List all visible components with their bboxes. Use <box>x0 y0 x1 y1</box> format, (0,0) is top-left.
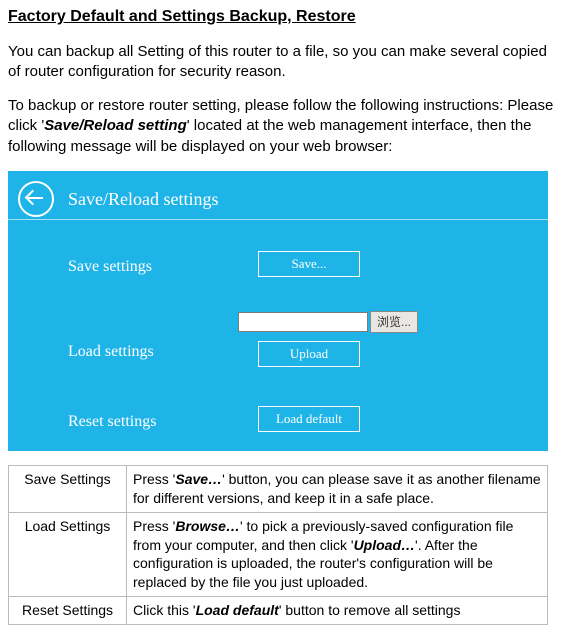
settings-panel-screenshot: Save/Reload settings Save settings Save.… <box>8 171 548 451</box>
text: Press ' <box>133 471 175 487</box>
row-desc: Click this 'Load default' button to remo… <box>127 597 548 625</box>
upload-button[interactable]: Upload <box>258 341 360 367</box>
row-name: Reset Settings <box>9 597 127 625</box>
reset-settings-label: Reset settings <box>68 411 156 433</box>
table-row: Save Settings Press 'Save…' button, you … <box>9 465 548 512</box>
row-desc: Press 'Save…' button, you can please sav… <box>127 465 548 512</box>
row-desc: Press 'Browse…' to pick a previously-sav… <box>127 512 548 597</box>
table-row: Reset Settings Click this 'Load default'… <box>9 597 548 625</box>
bold-text: Load default <box>196 602 279 618</box>
save-button[interactable]: Save... <box>258 251 360 277</box>
text: Press ' <box>133 518 175 534</box>
file-chooser: 浏览... <box>238 311 418 333</box>
bold-text: Browse… <box>175 518 240 534</box>
intro-paragraph: You can backup all Setting of this route… <box>8 42 555 83</box>
instr-bold: Save/Reload setting <box>44 117 187 134</box>
table-row: Load Settings Press 'Browse…' to pick a … <box>9 512 548 597</box>
text: ' button to remove all settings <box>279 602 461 618</box>
row-name: Save Settings <box>9 465 127 512</box>
text: Click this ' <box>133 602 196 618</box>
panel-header: Save/Reload settings <box>8 181 548 217</box>
bold-text: Save… <box>175 471 222 487</box>
panel-divider <box>8 219 548 220</box>
row-name: Load Settings <box>9 512 127 597</box>
load-default-button[interactable]: Load default <box>258 406 360 432</box>
instructions-paragraph: To backup or restore router setting, ple… <box>8 96 555 157</box>
back-arrow-icon[interactable] <box>18 181 54 217</box>
load-settings-label: Load settings <box>68 341 154 363</box>
bold-text: Upload… <box>354 537 415 553</box>
browse-button[interactable]: 浏览... <box>370 311 418 333</box>
panel-title: Save/Reload settings <box>68 187 218 211</box>
file-path-input[interactable] <box>238 312 368 332</box>
description-table: Save Settings Press 'Save…' button, you … <box>8 465 548 625</box>
page-title: Factory Default and Settings Backup, Res… <box>8 6 555 28</box>
save-settings-label: Save settings <box>68 256 152 278</box>
